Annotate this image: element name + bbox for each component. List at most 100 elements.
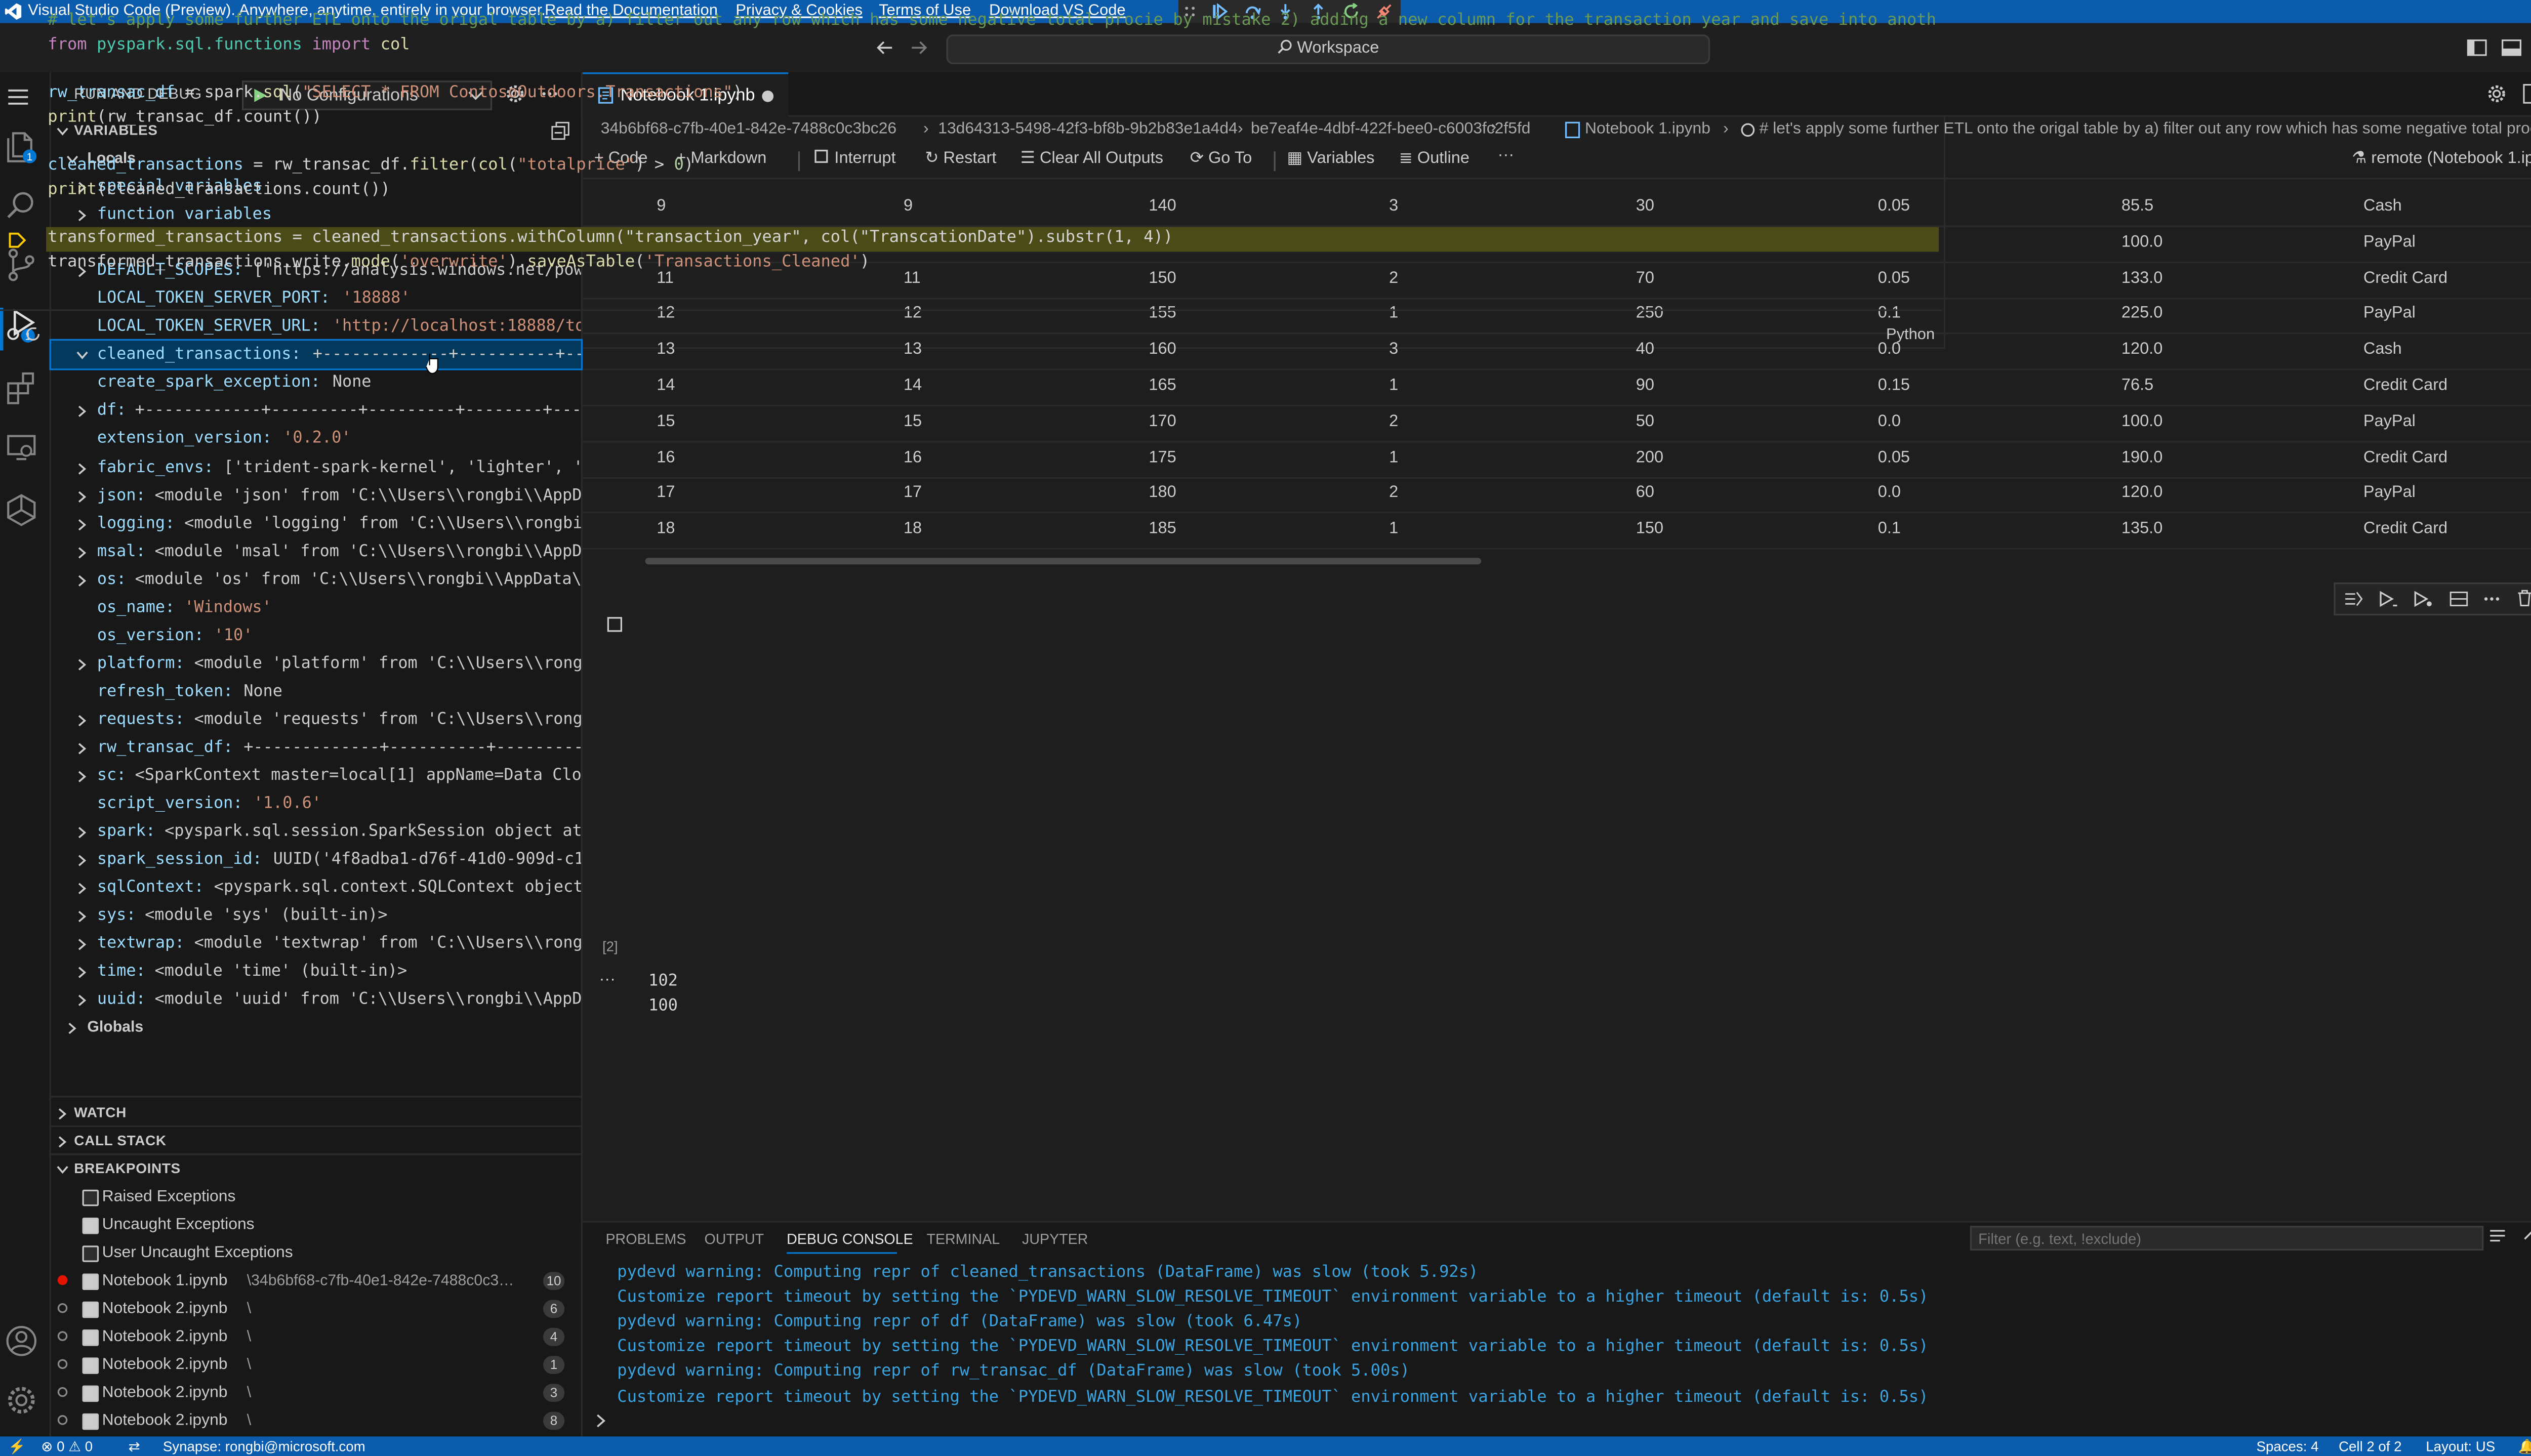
variable-row[interactable]: LOCAL_TOKEN_SERVER_PORT: '18888' (51, 285, 581, 313)
variable-row[interactable]: uuid: <module 'uuid' from 'C:\\Users\\ron… (51, 986, 581, 1014)
variable-row[interactable]: logging: <module 'logging' from 'C:\\User… (51, 510, 581, 537)
console-input[interactable] (612, 1410, 2531, 1431)
variable-row[interactable]: spark_session_id: UUID('4f8adba1-d76f-41d… (51, 846, 581, 874)
interrupt-button[interactable]: Interrupt (814, 149, 896, 168)
manage-gear-icon[interactable] (4, 1382, 47, 1425)
split-editor-icon[interactable] (2523, 84, 2531, 104)
variable-row[interactable]: cleaned_transactions: +-------------+----… (49, 339, 583, 371)
split-cell-icon[interactable] (2449, 591, 2469, 607)
variable-row[interactable]: df: +------------+---------+---------+---… (51, 397, 581, 425)
variable-row[interactable]: fabric_envs: ['trident-spark-kernel', 'li… (51, 453, 581, 481)
indentation-status[interactable]: Spaces: 4 (2257, 1438, 2319, 1455)
accounts-icon[interactable] (4, 1323, 47, 1366)
variable-row[interactable]: textwrap: <module 'textwrap' from 'C:\\Us… (51, 930, 581, 958)
variable-row[interactable]: os_version: '10' (51, 621, 581, 649)
exception-breakpoint-item[interactable]: Raised Exceptions (51, 1183, 581, 1211)
globals-scope[interactable]: Globals (51, 1014, 581, 1042)
tab-debug-console[interactable]: DEBUG CONSOLE (787, 1231, 913, 1247)
execute-above-icon[interactable] (2344, 591, 2363, 607)
variable-row[interactable]: extension_version: '0.2.0' (51, 425, 581, 453)
cell-position-status[interactable]: Cell 2 of 2 (2339, 1438, 2401, 1455)
unsaved-dot-icon[interactable] (762, 90, 774, 102)
search-view-icon[interactable] (4, 188, 47, 231)
kernel-picker[interactable]: ⚗ remote (Notebook 1.ipynb) (2352, 150, 2531, 168)
notifications-bell-icon[interactable]: 🔔 (2518, 1438, 2531, 1456)
variable-row[interactable]: platform: <module 'platform' from 'C:\\Us… (51, 650, 581, 678)
tab-jupyter[interactable]: JUPYTER (1022, 1231, 1088, 1247)
delete-cell-trash-icon[interactable] (2516, 589, 2531, 607)
breakpoint-item[interactable]: Notebook 1.ipynb \34b6bf68-c7fb-40e1-842e… (51, 1267, 581, 1295)
account-status[interactable]: Synapse: rongbi@microsoft.com (163, 1438, 365, 1455)
toolbar-more-icon[interactable]: ··· (1498, 146, 1515, 164)
console-filter-input[interactable] (1970, 1226, 2484, 1251)
toggle-panel-icon[interactable] (2501, 39, 2521, 56)
run-by-line-icon[interactable] (2413, 591, 2432, 607)
variable-row[interactable]: sqlContext: <pyspark.sql.context.SQLConte… (51, 874, 581, 902)
clear-outputs-button[interactable]: ☰ Clear All Outputs (1020, 150, 1163, 168)
variable-row[interactable]: time: <module 'time' (built-in)> (51, 959, 581, 986)
variable-row[interactable]: script_version: '1.0.6' (51, 790, 581, 818)
collapse-all-icon[interactable] (551, 121, 569, 140)
checkbox[interactable] (82, 1357, 99, 1374)
variable-row[interactable]: sys: <module 'sys' (built-in)> (51, 902, 581, 930)
checkbox[interactable] (82, 1413, 99, 1430)
back-arrow-icon[interactable] (876, 39, 894, 56)
watch-section-header[interactable]: WATCH (51, 1099, 581, 1127)
keyboard-layout-status[interactable]: Layout: US (2426, 1438, 2495, 1455)
checkbox[interactable] (82, 1329, 99, 1346)
breakpoint-item[interactable]: Notebook 2.ipynb \ 3 (51, 1379, 581, 1407)
breadcrumb-folder-id[interactable]: 13d64313-5498-42f3-bf8b-9b2b83e1a4d4 (938, 120, 1238, 138)
extensions-icon[interactable] (4, 368, 47, 411)
callstack-section-header[interactable]: CALL STACK (51, 1127, 581, 1155)
execute-cell-and-below-icon[interactable] (2378, 591, 2398, 607)
remote-indicator-icon[interactable]: ⚡ (8, 1438, 25, 1456)
variable-row[interactable]: sc: <SparkContext master=local[1] appName… (51, 762, 581, 790)
command-center-search[interactable]: Workspace (946, 34, 1710, 64)
breadcrumb-cell[interactable]: # let's apply some further ETL onto the … (1760, 120, 2531, 138)
exception-breakpoint-item[interactable]: Uncaught Exceptions (51, 1211, 581, 1239)
variable-row[interactable]: json: <module 'json' from 'C:\\Users\\ron… (51, 481, 581, 509)
tab-terminal[interactable]: TERMINAL (926, 1231, 1000, 1247)
variables-button[interactable]: ▦ Variables (1287, 150, 1375, 168)
remote-explorer-icon[interactable] (4, 430, 47, 473)
restart-kernel-button[interactable]: ↻ Restart (925, 150, 996, 168)
variable-row[interactable]: os: <module 'os' from 'C:\\Users\\rongbi\… (51, 565, 581, 593)
toggle-primary-sidebar-icon[interactable] (2467, 39, 2487, 56)
tab-problems[interactable]: PROBLEMS (605, 1231, 686, 1247)
outline-button[interactable]: ≣ Outline (1399, 150, 1469, 168)
checkbox[interactable] (82, 1301, 99, 1318)
checkbox[interactable] (82, 1385, 99, 1402)
problems-status[interactable]: ⊗ 0 ⚠ 0 (41, 1438, 93, 1456)
explorer-icon[interactable]: 1 (4, 129, 47, 172)
variable-row[interactable]: rw_transac_df: +-------------+----------+… (51, 734, 581, 762)
breakpoint-item[interactable]: Notebook 2.ipynb \ 8 (51, 1407, 581, 1435)
horizontal-scrollbar[interactable] (645, 558, 1482, 565)
exception-breakpoint-item[interactable]: User Uncaught Exceptions (51, 1239, 581, 1267)
breakpoint-item[interactable]: Notebook 2.ipynb \ 6 (51, 1295, 581, 1323)
breakpoints-section-header[interactable]: BREAKPOINTS (51, 1155, 581, 1183)
breakpoint-item[interactable]: Notebook 2.ipynb \ 1 (51, 1351, 581, 1379)
output-more-icon[interactable]: ··· (599, 971, 616, 989)
variable-row[interactable]: os_name: 'Windows' (51, 594, 581, 621)
sync-icon[interactable]: ⇄ (129, 1438, 140, 1456)
clear-console-icon[interactable] (2488, 1229, 2507, 1244)
source-control-icon[interactable] (4, 247, 47, 290)
variable-row[interactable]: refresh_token: None (51, 678, 581, 705)
checkbox[interactable] (82, 1245, 99, 1262)
fabric-icon[interactable] (4, 492, 47, 535)
checkbox[interactable] (82, 1217, 99, 1234)
checkbox[interactable] (82, 1189, 99, 1207)
breakpoint-item[interactable]: Notebook 2.ipynb \ 4 (51, 1323, 581, 1351)
variable-row[interactable]: msal: <module 'msal' from 'C:\\Users\\ron… (51, 537, 581, 565)
cell-collapse-square-icon[interactable] (607, 617, 622, 632)
checkbox[interactable] (82, 1273, 99, 1291)
notebook-settings-gear-icon[interactable] (2487, 84, 2507, 104)
variable-row[interactable]: spark: <pyspark.sql.session.SparkSession … (51, 818, 581, 846)
variable-row[interactable]: create_spark_exception: None (51, 369, 581, 397)
menu-icon[interactable] (4, 86, 33, 109)
go-to-button[interactable]: ⟳ Go To (1190, 150, 1252, 168)
tab-output[interactable]: OUTPUT (705, 1231, 764, 1247)
variable-row[interactable]: function variables (51, 201, 581, 229)
breadcrumb-file[interactable]: Notebook 1.ipynb (1585, 120, 1710, 138)
maximize-panel-chevron-icon[interactable] (2523, 1229, 2531, 1242)
